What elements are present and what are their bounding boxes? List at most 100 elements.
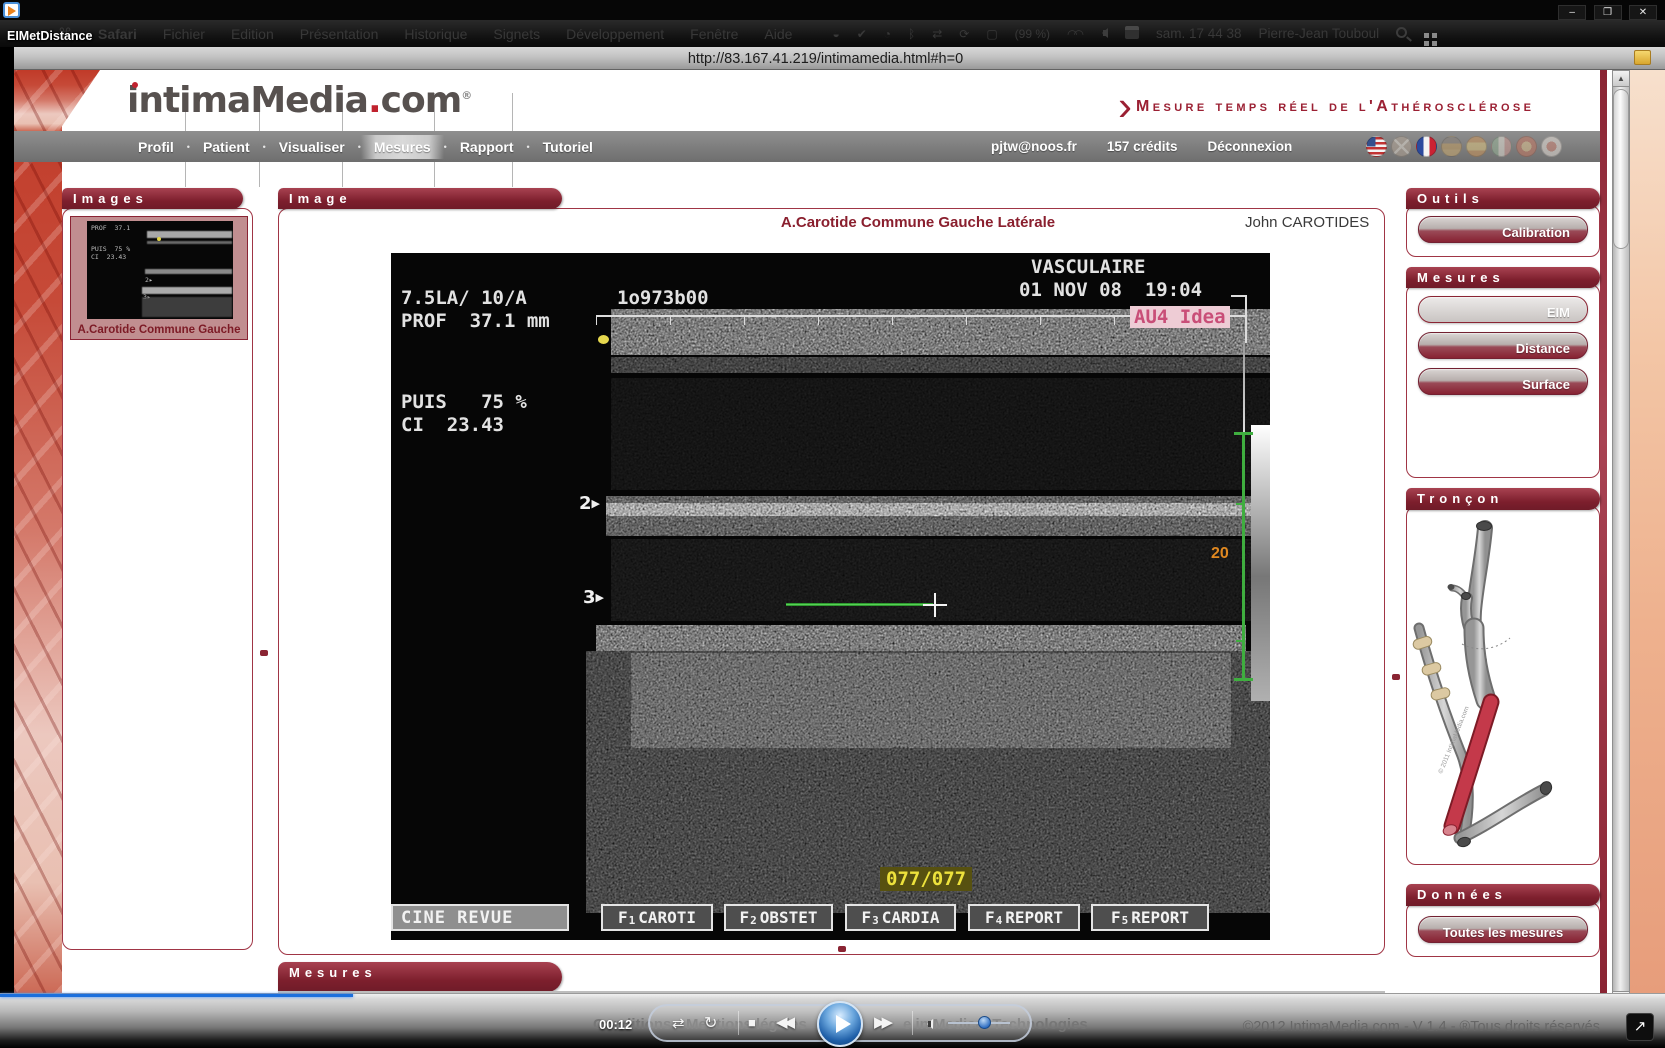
wifi-icon[interactable]: ◠◠ xyxy=(1067,27,1080,41)
tagline-chevron-icon: › xyxy=(1118,88,1132,124)
close-button[interactable]: ✕ xyxy=(1629,5,1657,20)
user-email: pjtw@noos.fr xyxy=(991,139,1077,154)
menu-edition[interactable]: Edition xyxy=(231,26,274,42)
spotlight-icon[interactable] xyxy=(1396,27,1407,41)
patient-name: John CAROTIDES xyxy=(1245,214,1369,231)
site-logo[interactable]: intimaMedia.com® xyxy=(127,80,471,121)
menu-fichier[interactable]: Fichier xyxy=(163,26,205,42)
splitter-handle[interactable] xyxy=(260,650,268,656)
arrows-icon[interactable]: ⇄ xyxy=(932,27,942,41)
url-field[interactable]: http://83.167.41.219/intimamedia.html#h=… xyxy=(0,51,1651,67)
thumbnail-card[interactable]: PROF 37.1 PUIS 75 % CI 23.43 2▸ 3▸ A.Car… xyxy=(70,216,248,340)
flag-es-icon[interactable] xyxy=(1466,136,1487,157)
menu-safari[interactable]: Safari xyxy=(98,26,137,42)
flag-de-icon[interactable] xyxy=(1441,136,1462,157)
volume-icon[interactable] xyxy=(1097,27,1108,41)
menubar-clock[interactable]: sam. 17 44 38 xyxy=(1156,26,1242,41)
us-marker-3: 3▶ xyxy=(583,587,604,608)
thumbnail-caption: A.Carotide Commune Gauche xyxy=(71,324,247,336)
flag-fr-icon[interactable] xyxy=(1416,136,1437,157)
menu-historique[interactable]: Historique xyxy=(404,26,467,42)
ultrasound-texture xyxy=(391,253,1270,940)
nav-user-area: pjtw@noos.fr 157 crédits Déconnexion xyxy=(991,131,1292,162)
restore-button[interactable]: ❐ xyxy=(1594,5,1622,20)
calibration-button[interactable]: Calibration xyxy=(1418,216,1588,243)
logo-tld: com xyxy=(381,80,462,121)
flag-it-icon[interactable] xyxy=(1491,136,1512,157)
display-icon[interactable]: ▢ xyxy=(986,27,997,41)
images-panel-tab: Images xyxy=(62,188,243,209)
video-progress-bar[interactable] xyxy=(0,994,353,997)
rewind-icon[interactable]: ◀◀ xyxy=(776,1013,791,1031)
nav-patient[interactable]: Patient xyxy=(190,135,263,159)
volume-knob[interactable] xyxy=(978,1016,991,1029)
scrollbar-up-arrow[interactable]: ▲ xyxy=(1612,70,1630,87)
nav-visualiser[interactable]: Visualiser xyxy=(266,135,358,159)
us-exam-code: 1o973b00 xyxy=(617,287,709,309)
nav-tutoriel[interactable]: Tutoriel xyxy=(530,135,606,159)
checkmark-icon[interactable]: ✔ xyxy=(857,27,867,41)
mac-menu-bar: ⌘ Safari Fichier Edition Présentation Hi… xyxy=(0,20,1665,47)
ultrasound-image[interactable]: 7.5LA/ 10/A PROF 37.1 mm 1o973b00 VASCUL… xyxy=(391,253,1270,940)
logout-link[interactable]: Déconnexion xyxy=(1207,139,1292,154)
nav-profil[interactable]: Profil xyxy=(125,135,187,159)
depth-scale-bar xyxy=(1242,433,1245,680)
thumbnail-image: PROF 37.1 PUIS 75 % CI 23.43 2▸ 3▸ xyxy=(87,221,233,319)
cine-revue-button: CINE REVUE xyxy=(391,904,569,931)
thumb-text: CI 23.43 xyxy=(91,253,126,261)
shuffle-icon[interactable]: ⇄ xyxy=(672,1014,685,1032)
menubar-user[interactable]: Pierre-Jean Touboul xyxy=(1259,26,1380,41)
scan-title: A.Carotide Commune Gauche Latérale xyxy=(638,214,1198,231)
copyright-text: ©2012 IntimaMedia.com - V 1.4 - ®Tous dr… xyxy=(1100,1019,1600,1035)
battery-status[interactable]: (99 %) xyxy=(1015,27,1050,41)
language-flags xyxy=(1366,136,1562,157)
site-tagline: › Mesure temps réel de l'Athérosclérose xyxy=(1118,88,1534,124)
tagline-text: Mesure temps réel de l'Athérosclérose xyxy=(1136,88,1534,116)
artery-diagram[interactable]: © 2011 IntimaMedia.com xyxy=(1412,516,1557,856)
nav-mesures[interactable]: Mesures xyxy=(361,135,444,159)
menu-signets[interactable]: Signets xyxy=(493,26,540,42)
troncon-panel-tab: Tronçon xyxy=(1406,488,1600,510)
play-button[interactable] xyxy=(817,1001,863,1047)
bluetooth-icon[interactable]: ᛒ xyxy=(908,27,915,41)
menu-presentation[interactable]: Présentation xyxy=(300,26,379,42)
nav-rapport[interactable]: Rapport xyxy=(447,135,527,159)
flag-jp-icon[interactable] xyxy=(1541,136,1562,157)
menu-aide[interactable]: Aide xyxy=(764,26,792,42)
thumb-text: PUIS 75 % xyxy=(91,245,130,253)
eim-button[interactable]: EIM xyxy=(1418,296,1588,323)
scrollbar-thumb[interactable] xyxy=(1613,89,1629,249)
logo-text: intimaMedia xyxy=(127,80,368,121)
us-depth-label: PROF 37.1 mm xyxy=(401,310,550,332)
menu-developpement[interactable]: Développement xyxy=(566,26,664,42)
thumb-dot xyxy=(157,237,161,241)
fullscreen-icon[interactable]: ↗ xyxy=(1626,1013,1654,1041)
mesures-panel-tab: Mesures xyxy=(1406,267,1600,288)
flag-us-icon[interactable] xyxy=(1366,136,1387,157)
stop-icon[interactable]: ■ xyxy=(748,1015,756,1030)
menu-fenetre[interactable]: Fenêtre xyxy=(690,26,738,42)
page-proxy-icon[interactable] xyxy=(1634,50,1651,65)
us-marker-2: 2▶ xyxy=(579,493,600,514)
grid-icon[interactable] xyxy=(1424,27,1429,41)
timemachine-icon[interactable]: ◔ xyxy=(884,27,891,41)
player-app-icon xyxy=(3,2,20,18)
loop-icon[interactable]: ↻ xyxy=(704,1013,717,1033)
calendar-icon[interactable] xyxy=(1125,26,1139,42)
sync-icon[interactable]: ⟳ xyxy=(959,27,969,41)
status-icon-1[interactable]: ◒ xyxy=(832,27,839,41)
minimize-button[interactable]: – xyxy=(1558,5,1586,20)
fast-forward-icon[interactable]: ▶▶ xyxy=(874,1013,889,1031)
surface-button[interactable]: Surface xyxy=(1418,368,1588,395)
window-controls: – ❐ ✕ xyxy=(1555,2,1657,20)
player-volume-icon[interactable] xyxy=(922,1016,933,1034)
splitter-handle[interactable] xyxy=(1392,674,1400,680)
right-background-art xyxy=(1630,70,1665,993)
flag-uk-icon[interactable] xyxy=(1391,136,1412,157)
toutes-les-mesures-button[interactable]: Toutes les mesures xyxy=(1418,916,1588,943)
us-probe-label: 7.5LA/ 10/A xyxy=(401,287,527,309)
distance-button[interactable]: Distance xyxy=(1418,332,1588,359)
flag-pt-icon[interactable] xyxy=(1516,136,1537,157)
us-datetime: 01 NOV 08 19:04 xyxy=(1019,279,1202,301)
splitter-handle[interactable] xyxy=(838,946,846,952)
